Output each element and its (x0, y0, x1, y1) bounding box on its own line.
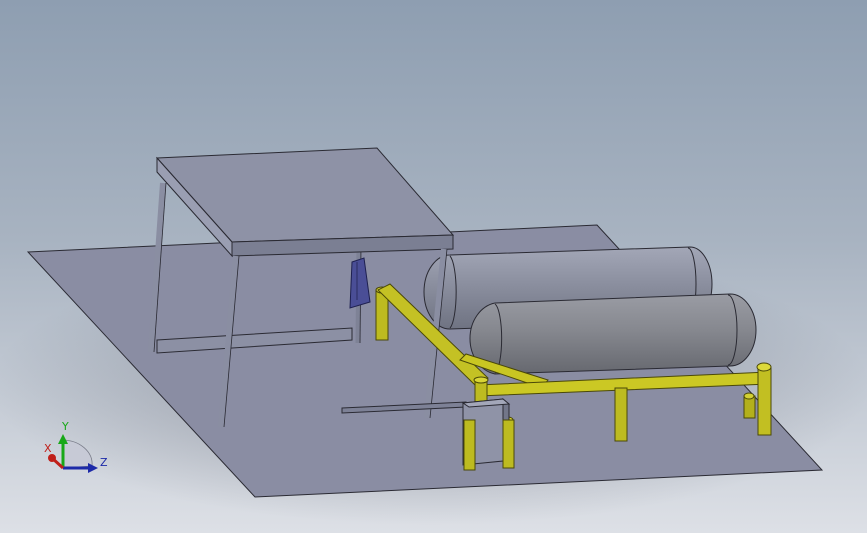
pipe-post-right (757, 367, 772, 436)
pipe-post-front-a-front (463, 419, 476, 471)
assembly-3d-scene[interactable]: Y Z X (0, 0, 867, 533)
triad-y-label: Y (61, 420, 69, 433)
model-viewport[interactable]: Y Z X (0, 0, 867, 533)
triad-x-ball (48, 454, 56, 462)
pipe-post-front-b-front (502, 419, 515, 469)
pipe-post-mid (614, 387, 628, 442)
triad-x-label: X (44, 442, 52, 455)
front-tank[interactable] (469, 293, 757, 375)
triad-z-label: Z (100, 456, 108, 469)
table-top[interactable] (155, 147, 455, 243)
